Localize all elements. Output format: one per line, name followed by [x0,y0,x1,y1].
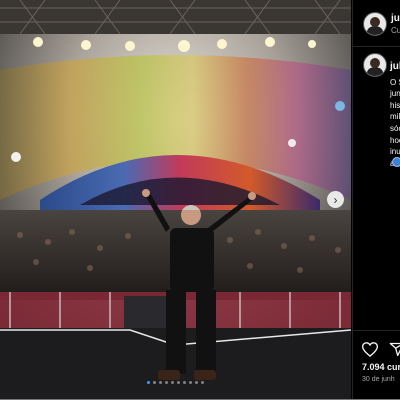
carousel-dot [153,381,156,384]
caption-author-avatar[interactable] [363,53,387,77]
globe-emoji-icon [392,157,400,167]
post-caption: julO Sjunhistmilsóchocinua to [390,61,400,169]
caption-username[interactable]: jul [390,61,400,73]
caption-line: hist [390,100,400,110]
caption-line: sóc [390,123,400,133]
carousel-dot [171,381,174,384]
post-side-panel: jul Cu julO Sjunhistmilsóchocinua to 7.0… [352,0,400,399]
carousel-dot [177,381,180,384]
carousel-dot [183,381,186,384]
carousel-dot [147,381,150,384]
carousel-dot [189,381,192,384]
author-avatar[interactable] [363,12,387,36]
share-icon[interactable] [389,342,400,357]
carousel-dot [201,381,204,384]
caption-line: inu [390,147,400,157]
likes-count[interactable]: 7.094 cur [362,362,400,372]
post-header: jul Cu [353,0,400,47]
post-date[interactable]: 30 de junh [362,376,395,383]
concert-photo-illustration [0,0,351,399]
carousel-dot [165,381,168,384]
post-location[interactable]: Cu [391,26,400,35]
caption-line: mil [390,112,400,122]
carousel-next-button[interactable]: › [327,191,344,208]
caption-line: jun [390,89,400,99]
heart-icon[interactable] [362,342,378,357]
author-username[interactable]: jul [391,13,400,24]
post-viewer: › jul Cu julO Sjunhistmilsóchocinua to 7… [0,0,400,400]
carousel-dot [195,381,198,384]
caption-line: O S [390,77,400,87]
chevron-right-icon: › [333,192,338,207]
carousel-indicator [0,381,351,384]
post-photo[interactable]: › [0,0,351,399]
caption-line: hoc [390,135,400,145]
carousel-dot [159,381,162,384]
